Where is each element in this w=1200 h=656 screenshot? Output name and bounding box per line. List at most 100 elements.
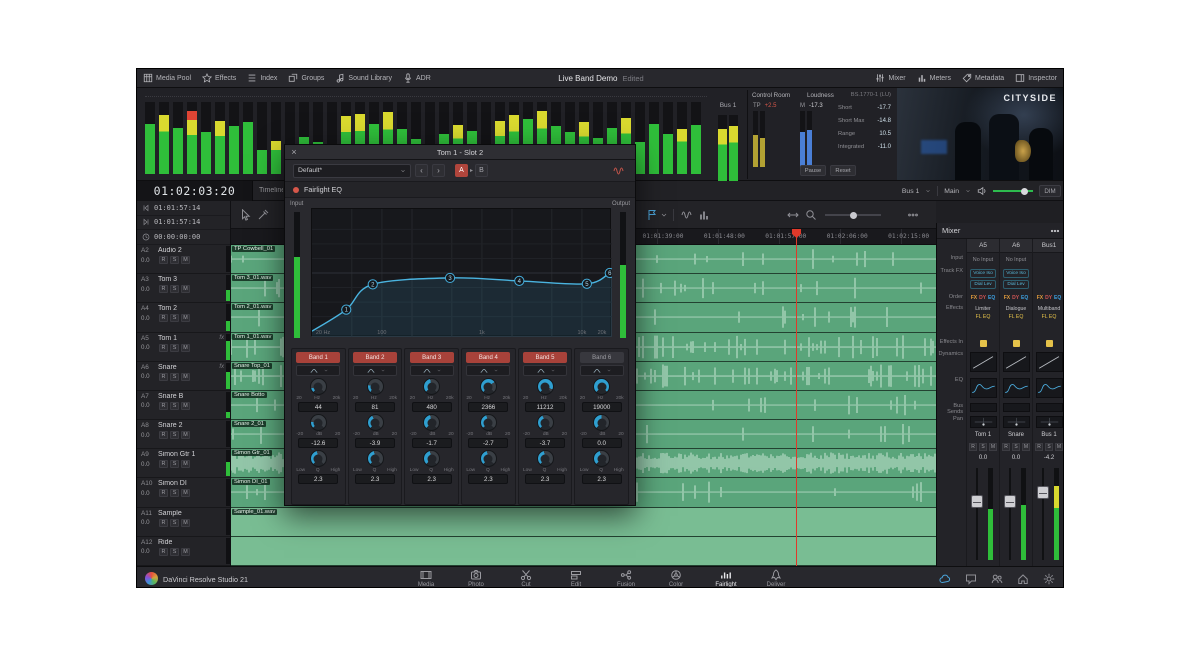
track-volume-value[interactable]: 0.0: [141, 461, 157, 468]
toolbar-meters[interactable]: Meters: [917, 73, 951, 83]
bus-send-cell[interactable]: [1036, 403, 1063, 412]
track-volume-value[interactable]: 0.0: [141, 490, 157, 497]
eq-frequency-graph[interactable]: 12345620 Hz1001k10k20k: [311, 208, 611, 336]
pointer-tool-icon[interactable]: [239, 209, 251, 221]
track-name[interactable]: Simon DI: [158, 480, 187, 487]
mixer-channel-tab[interactable]: Bus1: [1033, 239, 1064, 253]
toolbar-metadata[interactable]: Metadata: [962, 73, 1004, 83]
eq-band-enable-button[interactable]: Band 2: [353, 352, 397, 363]
processing-order[interactable]: FX DY EQ: [967, 292, 999, 303]
solo-button[interactable]: S: [1012, 443, 1020, 451]
solo-button[interactable]: S: [170, 431, 179, 439]
eq-q-knob[interactable]: [310, 450, 327, 467]
fader-value[interactable]: -4.2: [1033, 452, 1064, 464]
toolbar-media-pool[interactable]: Media Pool: [143, 73, 191, 83]
track-name[interactable]: Simon Gtr 1: [158, 451, 195, 458]
page-tab[interactable]: Edit: [556, 567, 596, 588]
eq-q-knob[interactable]: [367, 450, 384, 467]
record-arm-button[interactable]: R: [159, 373, 168, 381]
track-volume-value[interactable]: 0.0: [141, 286, 157, 293]
eq-q-value[interactable]: 2.3: [298, 474, 338, 484]
eq-gain-value[interactable]: -12.6: [298, 438, 338, 448]
skip-back-icon[interactable]: [142, 204, 150, 212]
zoom-slider[interactable]: [825, 214, 881, 216]
eq-gain-knob[interactable]: [310, 414, 327, 431]
eq-band-enable-button[interactable]: Band 5: [523, 352, 567, 363]
more-options-icon[interactable]: [907, 209, 919, 221]
track-volume-value[interactable]: 0.0: [141, 344, 157, 351]
track-header[interactable]: A8 Snare 2 0.0 R S M: [137, 420, 230, 449]
trackfx-chip[interactable]: Voice Iso: [1003, 269, 1029, 278]
page-tab[interactable]: Fusion: [606, 567, 646, 588]
mute-button[interactable]: M: [181, 519, 190, 527]
eq-frequency-value[interactable]: 480: [412, 402, 452, 412]
preset-dropdown[interactable]: Default*: [293, 164, 411, 178]
chevron-down-icon[interactable]: [660, 209, 668, 221]
zoom-loupe-icon[interactable]: [805, 209, 817, 221]
mute-button[interactable]: M: [181, 548, 190, 556]
page-tab[interactable]: Photo: [456, 567, 496, 588]
track-header[interactable]: A11 Sample 0.0 R S M: [137, 508, 230, 537]
eq-band-enable-button[interactable]: Band 1: [296, 352, 340, 363]
eq-q-value[interactable]: 2.3: [468, 474, 508, 484]
eq-frequency-value[interactable]: 19000: [582, 402, 622, 412]
track-header[interactable]: A9 Simon Gtr 1 0.0 R S M: [137, 449, 230, 478]
monitor-bus-select[interactable]: Bus 1: [902, 188, 919, 195]
page-tab[interactable]: Cut: [506, 567, 546, 588]
track-header[interactable]: A2 Audio 2 0.0 R S M: [137, 245, 230, 274]
eq-gain-knob[interactable]: [593, 414, 610, 431]
eq-band-shape-select[interactable]: [466, 365, 510, 376]
eq-band-shape-select[interactable]: [523, 365, 567, 376]
eq-band-enable-button[interactable]: Band 6: [580, 352, 624, 363]
mute-button[interactable]: M: [181, 314, 190, 322]
solo-button[interactable]: S: [170, 489, 179, 497]
bus-send-cell[interactable]: [1003, 403, 1030, 412]
gear-icon[interactable]: [1043, 573, 1055, 585]
solo-button[interactable]: S: [170, 548, 179, 556]
track-header[interactable]: A5 Tom 1 fx 0.0 R S M: [137, 333, 230, 362]
toolbar-groups[interactable]: Groups: [288, 73, 324, 83]
trackfx-chip[interactable]: Dial Lev: [970, 280, 996, 289]
effects-in-toggle[interactable]: [1013, 340, 1020, 347]
fader-value[interactable]: 0.0: [967, 452, 999, 464]
eq-cell[interactable]: [970, 378, 997, 398]
toolbar-adr[interactable]: ADR: [403, 73, 431, 83]
processing-order[interactable]: FX DY EQ: [1000, 292, 1032, 303]
record-arm-button[interactable]: R: [159, 460, 168, 468]
page-tab[interactable]: Color: [656, 567, 696, 588]
eq-frequency-knob[interactable]: [537, 378, 554, 395]
track-name[interactable]: Snare B: [158, 393, 183, 400]
track-name[interactable]: Snare: [158, 364, 177, 371]
record-arm-button[interactable]: R: [1002, 443, 1010, 451]
track-volume-value[interactable]: 0.0: [141, 257, 157, 264]
page-tab[interactable]: Deliver: [756, 567, 796, 588]
eq-frequency-knob[interactable]: [310, 378, 327, 395]
eq-gain-knob[interactable]: [367, 414, 384, 431]
track-volume-value[interactable]: 0.0: [141, 402, 157, 409]
track-volume-value[interactable]: 0.0: [141, 548, 157, 555]
eq-gain-value[interactable]: -1.7: [412, 438, 452, 448]
pause-button[interactable]: Pause: [800, 165, 826, 176]
eq-q-knob[interactable]: [480, 450, 497, 467]
effects-in-toggle[interactable]: [1046, 340, 1053, 347]
fader-value[interactable]: 0.0: [1000, 452, 1032, 464]
ab-compare-b-button[interactable]: B: [475, 164, 488, 177]
mute-button[interactable]: M: [181, 285, 190, 293]
dynamics-cell[interactable]: [1003, 352, 1030, 372]
dim-button[interactable]: DIM: [1039, 185, 1061, 197]
toolbar-effects[interactable]: Effects: [202, 73, 236, 83]
trackfx-chip[interactable]: Dial Lev: [1003, 280, 1029, 289]
dialog-titlebar[interactable]: × Tom 1 - Slot 2: [285, 145, 635, 160]
track-name[interactable]: Tom 1: [158, 335, 177, 342]
mute-button[interactable]: M: [989, 443, 997, 451]
preset-prev-button[interactable]: ‹: [415, 164, 428, 177]
mixer-channel-tab[interactable]: A6: [1000, 239, 1032, 253]
track-name[interactable]: Sample: [158, 510, 182, 517]
skip-forward-icon[interactable]: [142, 218, 150, 226]
mixer-input-selector[interactable]: No Input: [1000, 253, 1032, 266]
track-volume-value[interactable]: 0.0: [141, 432, 157, 439]
eq-q-value[interactable]: 2.3: [582, 474, 622, 484]
record-arm-button[interactable]: R: [159, 519, 168, 527]
effects-slot[interactable]: Multiband FL EQ: [1033, 303, 1064, 337]
record-arm-button[interactable]: R: [159, 431, 168, 439]
